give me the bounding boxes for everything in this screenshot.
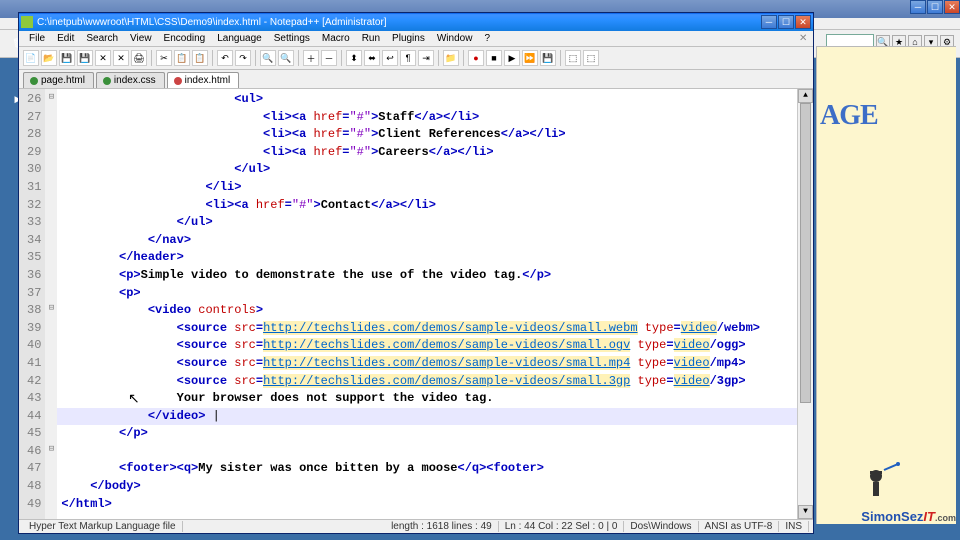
plugin1-icon[interactable]: ⬚ xyxy=(565,50,581,66)
save-icon[interactable]: 💾 xyxy=(59,50,75,66)
maximize-button[interactable]: ☐ xyxy=(778,15,794,29)
cut-icon[interactable]: ✂ xyxy=(156,50,172,66)
menu-plugins[interactable]: Plugins xyxy=(386,32,431,45)
code-area[interactable]: <ul> <li><a href="#">Staff</a></li> <li>… xyxy=(57,89,797,519)
page-logo-fragment: AGE xyxy=(820,100,878,132)
scrollbar-thumb[interactable] xyxy=(800,103,811,403)
menu-language[interactable]: Language xyxy=(211,32,268,45)
tabbar: page.html index.css index.html xyxy=(19,70,813,89)
tab-index-html[interactable]: index.html xyxy=(167,72,240,88)
tab-page-html[interactable]: page.html xyxy=(23,72,94,88)
status-position: Ln : 44 Col : 22 Sel : 0 | 0 xyxy=(499,521,625,532)
status-eol: Dos\Windows xyxy=(624,521,698,532)
menu-file[interactable]: File xyxy=(23,32,51,45)
bg-maximize-button[interactable]: ☐ xyxy=(927,0,943,14)
menu-edit[interactable]: Edit xyxy=(51,32,80,45)
npp-app-icon xyxy=(21,16,33,28)
npp-title: C:\inetpub\wwwroot\HTML\CSS\Demo9\index.… xyxy=(37,17,761,28)
save-all-icon[interactable]: 💾 xyxy=(77,50,93,66)
paste-icon[interactable]: 📋 xyxy=(192,50,208,66)
close-file-icon[interactable]: ✕ xyxy=(95,50,111,66)
tab-close-all-icon[interactable]: ✕ xyxy=(799,33,810,44)
play-icon[interactable]: ▶ xyxy=(504,50,520,66)
menu-macro[interactable]: Macro xyxy=(316,32,356,45)
save-macro-icon[interactable]: 💾 xyxy=(540,50,556,66)
close-button[interactable]: ✕ xyxy=(795,15,811,29)
new-file-icon[interactable]: 📄 xyxy=(23,50,39,66)
status-insert-mode: INS xyxy=(779,521,809,532)
status-filetype: Hyper Text Markup Language file xyxy=(23,521,183,532)
play-multi-icon[interactable]: ⏩ xyxy=(522,50,538,66)
print-icon[interactable]: 🖨 xyxy=(131,50,147,66)
tab-label: index.html xyxy=(185,75,231,86)
tab-status-icon xyxy=(103,77,111,85)
folder-icon[interactable]: 📁 xyxy=(443,50,459,66)
menu-run[interactable]: Run xyxy=(356,32,386,45)
minimize-button[interactable]: ─ xyxy=(761,15,777,29)
undo-icon[interactable]: ↶ xyxy=(217,50,233,66)
plugin2-icon[interactable]: ⬚ xyxy=(583,50,599,66)
menu-window[interactable]: Window xyxy=(431,32,479,45)
showchar-icon[interactable]: ¶ xyxy=(400,50,416,66)
tab-label: page.html xyxy=(41,75,85,86)
bg-close-button[interactable]: ✕ xyxy=(944,0,960,14)
indent-icon[interactable]: ⇥ xyxy=(418,50,434,66)
menu-?[interactable]: ? xyxy=(478,32,496,45)
toolbar: 📄 📂 💾 💾 ✕ ✕ 🖨 ✂ 📋 📋 ↶ ↷ 🔍 🔍 ＋ － ⬍ ⬌ ↩ ¶ … xyxy=(19,47,813,70)
menubar: FileEditSearchViewEncodingLanguageSettin… xyxy=(19,31,813,47)
sync-h-icon[interactable]: ⬌ xyxy=(364,50,380,66)
stop-icon[interactable]: ■ xyxy=(486,50,502,66)
record-icon[interactable]: ● xyxy=(468,50,484,66)
copy-icon[interactable]: 📋 xyxy=(174,50,190,66)
tab-label: index.css xyxy=(114,75,156,86)
wrap-icon[interactable]: ↩ xyxy=(382,50,398,66)
mouse-cursor-icon: ↖ xyxy=(128,390,140,407)
status-encoding: ANSI as UTF-8 xyxy=(699,521,780,532)
npp-titlebar[interactable]: C:\inetpub\wwwroot\HTML\CSS\Demo9\index.… xyxy=(19,13,813,31)
close-all-icon[interactable]: ✕ xyxy=(113,50,129,66)
find-icon[interactable]: 🔍 xyxy=(260,50,276,66)
zoom-in-icon[interactable]: ＋ xyxy=(303,50,319,66)
notepadpp-window: C:\inetpub\wwwroot\HTML\CSS\Demo9\index.… xyxy=(18,12,814,534)
bg-minimize-button[interactable]: ─ xyxy=(910,0,926,14)
tab-index-css[interactable]: index.css xyxy=(96,72,165,88)
fold-gutter[interactable]: ⊟⊟⊟ xyxy=(45,89,57,519)
redo-icon[interactable]: ↷ xyxy=(235,50,251,66)
zoom-out-icon[interactable]: － xyxy=(321,50,337,66)
line-number-gutter: 2627282930313233343536373839404142434445… xyxy=(19,89,45,519)
menu-search[interactable]: Search xyxy=(80,32,124,45)
menu-view[interactable]: View xyxy=(124,32,158,45)
vertical-scrollbar[interactable]: ▲ ▼ xyxy=(797,89,813,519)
scroll-up-icon[interactable]: ▲ xyxy=(798,89,813,103)
replace-icon[interactable]: 🔍 xyxy=(278,50,294,66)
tab-status-icon xyxy=(174,77,182,85)
menu-settings[interactable]: Settings xyxy=(268,32,316,45)
watermark: SimonSezIT.com xyxy=(854,468,958,524)
menu-encoding[interactable]: Encoding xyxy=(158,32,212,45)
status-length: length : 1618 lines : 49 xyxy=(385,521,499,532)
open-file-icon[interactable]: 📂 xyxy=(41,50,57,66)
tab-status-icon xyxy=(30,77,38,85)
statusbar: Hyper Text Markup Language file length :… xyxy=(19,519,813,533)
code-editor[interactable]: 2627282930313233343536373839404142434445… xyxy=(19,89,813,519)
sync-v-icon[interactable]: ⬍ xyxy=(346,50,362,66)
scroll-down-icon[interactable]: ▼ xyxy=(798,505,813,519)
